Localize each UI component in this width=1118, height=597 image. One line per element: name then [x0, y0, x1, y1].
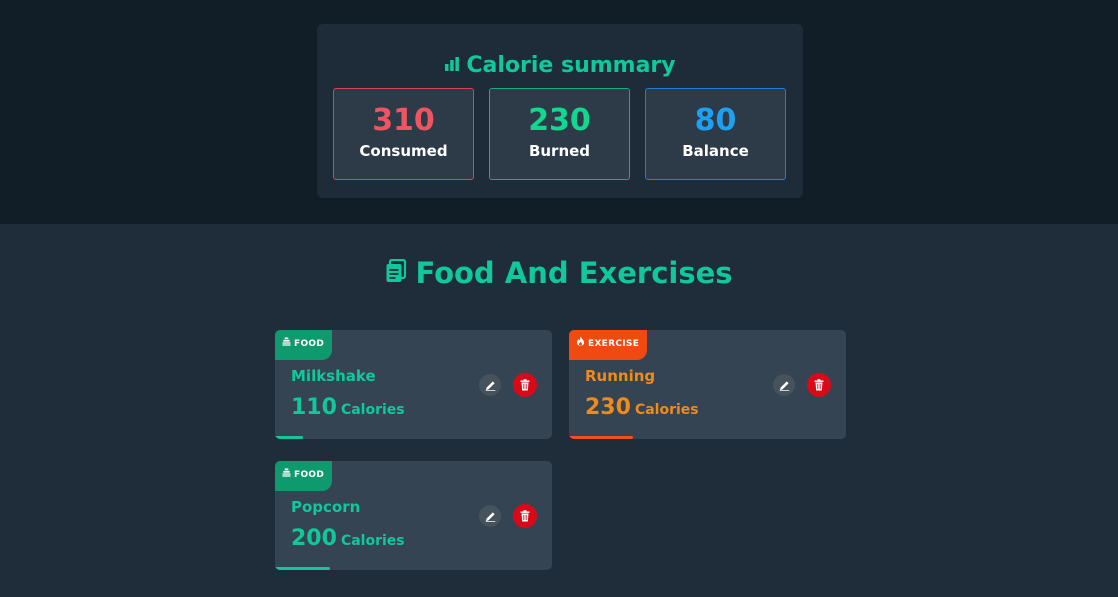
summary-title: Calorie summary: [317, 52, 803, 80]
entry-type-tag: FOOD: [275, 461, 333, 491]
entry-calories-unit: Calories: [340, 533, 405, 549]
entry-card: EXERCISE Running 230 Calories: [569, 330, 846, 439]
entry-calories-value: 200: [291, 526, 337, 551]
edit-icon: [485, 507, 496, 526]
entry-card: FOOD Popcorn 200 Calories: [275, 461, 552, 570]
trash-icon: [520, 507, 530, 526]
entries-section-title: Food And Exercises: [0, 254, 1118, 292]
edit-button[interactable]: [479, 374, 501, 396]
entry-type-label: EXERCISE: [588, 339, 640, 349]
entry-type-label: FOOD: [294, 339, 325, 349]
edit-button[interactable]: [773, 374, 795, 396]
delete-button[interactable]: [513, 373, 537, 397]
edit-icon: [485, 376, 496, 395]
burned-value: 230: [528, 103, 591, 138]
entry-progress-bar: [275, 436, 303, 439]
entry-calories-unit: Calories: [634, 402, 699, 418]
entry-name: Popcorn: [291, 498, 361, 516]
burned-label: Burned: [528, 142, 591, 160]
entry-progress-bar: [569, 436, 633, 439]
balance-value: 80: [694, 103, 737, 138]
entry-type-tag: EXERCISE: [569, 330, 648, 360]
entries-section-title-text: Food And Exercises: [415, 256, 733, 290]
entry-calories-value: 230: [585, 395, 631, 420]
entry-calories-unit: Calories: [340, 402, 405, 418]
entry-type-tag: FOOD: [275, 330, 333, 360]
entry-name: Running: [585, 367, 656, 385]
bar-chart-icon: [444, 52, 460, 80]
calorie-summary-card: Calorie summary 310 Consumed 230 Burned …: [317, 24, 803, 198]
entry-name: Milkshake: [291, 367, 376, 385]
consumed-value: 310: [372, 103, 435, 138]
delete-button[interactable]: [807, 373, 831, 397]
trash-icon: [814, 376, 824, 395]
consumed-label: Consumed: [359, 142, 448, 160]
delete-button[interactable]: [513, 504, 537, 528]
fire-icon: [576, 330, 585, 358]
entry-card: FOOD Milkshake 110 Calories: [275, 330, 552, 439]
entry-calories: 230 Calories: [585, 393, 699, 425]
summary-title-text: Calorie summary: [466, 53, 676, 78]
entry-calories-value: 110: [291, 395, 337, 420]
balance-label: Balance: [682, 142, 749, 160]
burned-stat: 230 Burned: [489, 88, 630, 180]
edit-button[interactable]: [479, 505, 501, 527]
entry-calories: 200 Calories: [291, 524, 405, 556]
entry-type-label: FOOD: [294, 470, 325, 480]
consumed-stat: 310 Consumed: [333, 88, 474, 180]
entry-calories: 110 Calories: [291, 393, 405, 425]
food-icon: [282, 330, 291, 358]
entry-progress-bar: [275, 567, 331, 570]
summary-section: Calorie summary 310 Consumed 230 Burned …: [0, 0, 1118, 224]
clipboard-icon: [385, 254, 407, 292]
edit-icon: [779, 376, 790, 395]
food-icon: [282, 461, 291, 489]
balance-stat: 80 Balance: [645, 88, 786, 180]
trash-icon: [520, 376, 530, 395]
